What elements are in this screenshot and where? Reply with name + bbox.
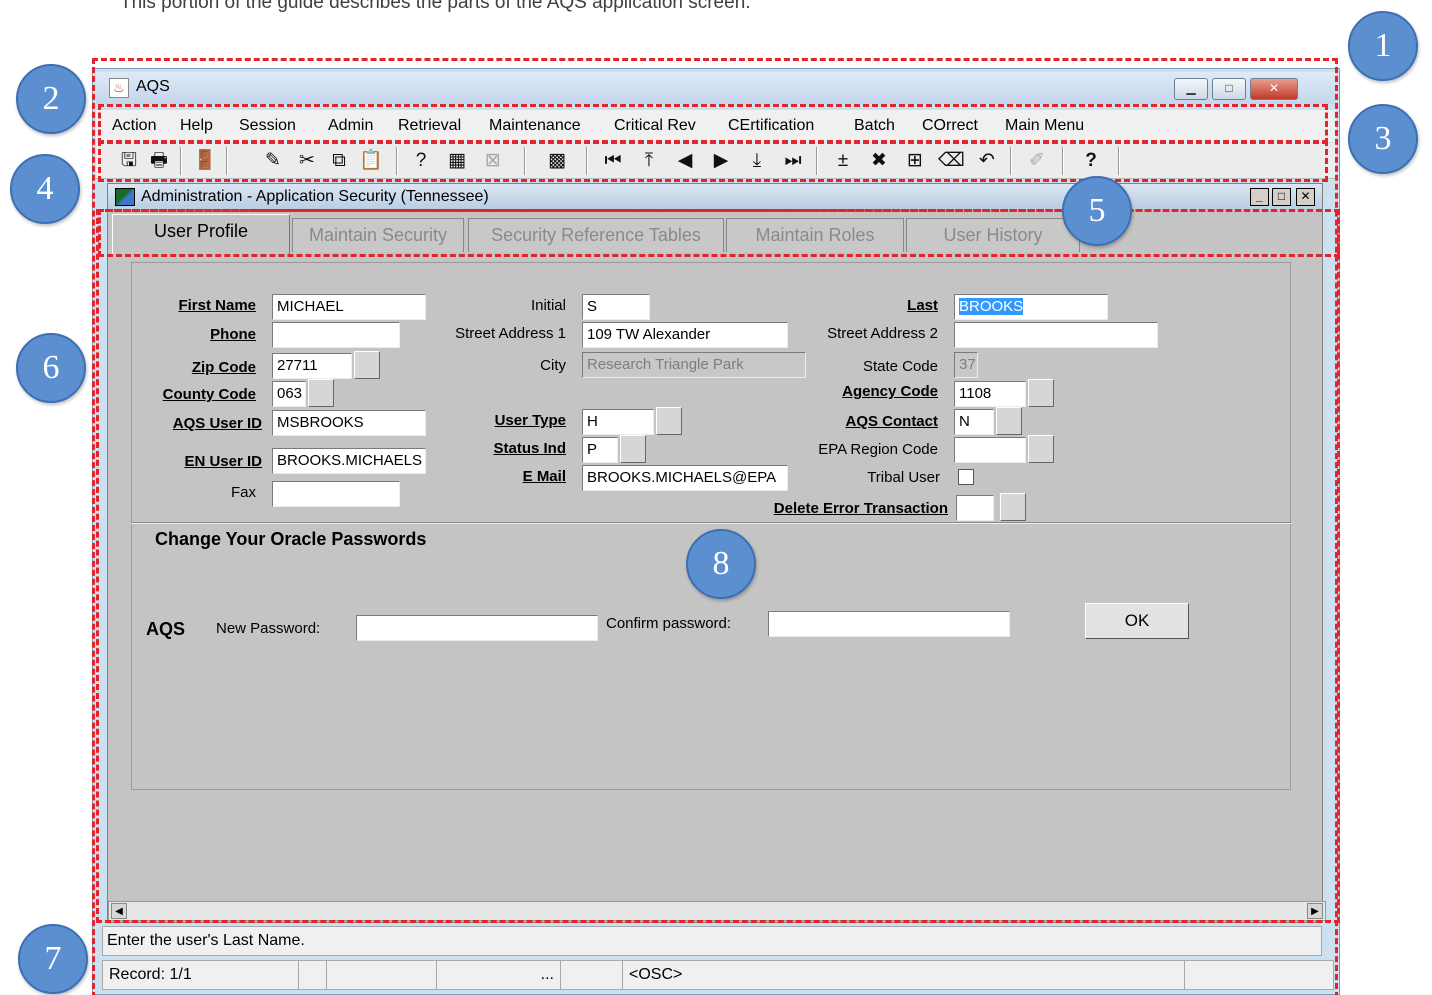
callout-8: 8	[686, 529, 756, 599]
callout-3: 3	[1348, 104, 1418, 174]
screenshot: This portion of the guide describes the …	[0, 0, 1432, 995]
callout-7: 7	[18, 924, 88, 994]
callout-5: 5	[1062, 176, 1132, 246]
callout-6: 6	[16, 333, 86, 403]
region-toolbar	[98, 140, 1328, 182]
guide-caption: This portion of the guide describes the …	[120, 0, 751, 13]
callout-2: 2	[16, 64, 86, 134]
callout-1: 1	[1348, 11, 1418, 81]
region-menu-bar	[98, 104, 1328, 144]
callout-4: 4	[10, 154, 80, 224]
